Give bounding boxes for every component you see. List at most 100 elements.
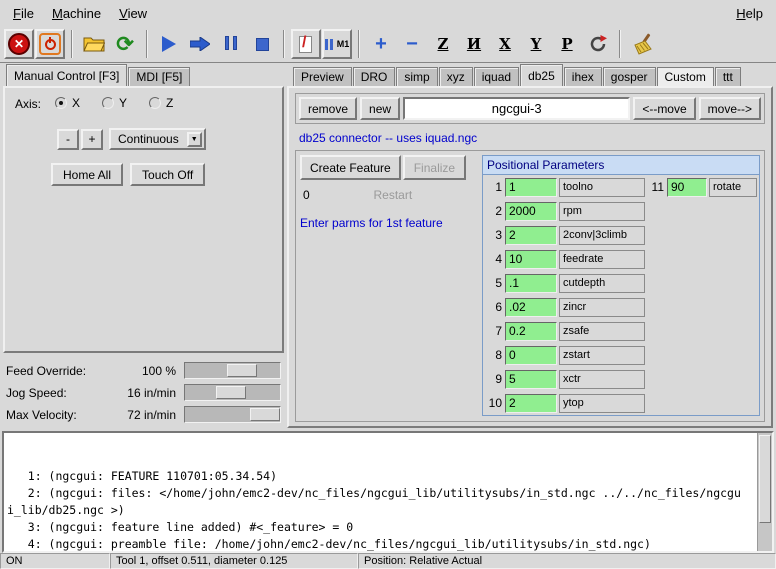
scrollbar-thumb[interactable]	[759, 435, 771, 523]
jog-plus-button[interactable]: +	[81, 129, 103, 150]
max-velocity-slider[interactable]	[184, 406, 281, 423]
axis-radio-y[interactable]: Y	[102, 96, 127, 110]
finalize-button[interactable]: Finalize	[403, 155, 466, 180]
tab-ttt[interactable]: ttt	[715, 67, 741, 86]
positional-parameters-table: Positional Parameters 1toolno11rotate2rp…	[482, 155, 760, 416]
param-row: 4feedrate	[483, 247, 759, 271]
slider-thumb[interactable]	[227, 364, 257, 377]
stop-program-button[interactable]	[247, 29, 277, 59]
zoom-in-button[interactable]: +	[366, 29, 396, 59]
param-value-input[interactable]	[505, 274, 557, 293]
open-file-button[interactable]	[79, 29, 109, 59]
tab-gosper[interactable]: gosper	[603, 67, 656, 86]
max-velocity-value: 72 in/min	[127, 408, 184, 422]
param-value-input[interactable]	[505, 178, 557, 197]
param-row: 1toolno11rotate	[483, 175, 759, 199]
tab-iquad[interactable]: iquad	[474, 67, 519, 86]
chevron-down-icon[interactable]: ▼	[187, 132, 202, 147]
axis-radio-z[interactable]: Z	[149, 96, 173, 110]
machine-power-button[interactable]	[35, 29, 65, 59]
jog-mode-select[interactable]: Continuous ▼	[109, 128, 206, 150]
pause-program-button[interactable]	[216, 29, 246, 59]
new-tab-button[interactable]: new	[360, 97, 400, 120]
view-z-rotated-button[interactable]: И	[459, 29, 489, 59]
clear-plot-icon	[631, 33, 653, 55]
estop-icon: ✕	[8, 33, 30, 55]
param-value-input[interactable]	[667, 178, 707, 197]
tab-manual-control-f3[interactable]: Manual Control [F3]	[6, 64, 127, 86]
vertical-scrollbar[interactable]	[757, 433, 772, 551]
step-line-button[interactable]	[185, 29, 215, 59]
param-value-input[interactable]	[505, 250, 557, 269]
param-number: 4	[485, 252, 505, 266]
skip-optional-blocks-button[interactable]: /	[291, 29, 321, 59]
menu-machine[interactable]: Machine	[43, 2, 110, 25]
tab-preview[interactable]: Preview	[293, 67, 352, 86]
zoom-out-button[interactable]: −	[397, 29, 427, 59]
param-label: rpm	[559, 202, 645, 221]
left-tab-bar: Manual Control [F3]MDI [F5]	[3, 64, 284, 86]
param-value-input[interactable]	[505, 202, 557, 221]
tab-simp[interactable]: simp	[396, 67, 437, 86]
move-right-button[interactable]: move-->	[699, 97, 761, 120]
optional-stop-button[interactable]: M1	[322, 29, 352, 59]
create-feature-button[interactable]: Create Feature	[300, 155, 401, 180]
feed-override-slider[interactable]	[184, 362, 281, 379]
menu-help[interactable]: Help	[727, 2, 772, 25]
db25-page: remove new <--move move--> db25 connecto…	[287, 86, 773, 428]
jog-speed-value: 16 in/min	[127, 386, 184, 400]
param-value-input[interactable]	[505, 226, 557, 245]
param-label: zincr	[559, 298, 645, 317]
param-label: zstart	[559, 346, 645, 365]
move-left-button[interactable]: <--move	[633, 97, 695, 120]
subroutine-description: db25 connector -- uses iquad.ngc	[299, 131, 765, 145]
menu-file[interactable]: File	[4, 2, 43, 25]
slider-thumb[interactable]	[250, 408, 280, 421]
block-delete-icon: /	[298, 35, 314, 54]
tab-mdi-f5[interactable]: MDI [F5]	[128, 67, 190, 86]
view-z-button[interactable]: Z	[428, 29, 458, 59]
param-value-input[interactable]	[505, 298, 557, 317]
remove-tab-button[interactable]: remove	[299, 97, 357, 120]
restart-button[interactable]: Restart	[310, 188, 476, 202]
gcode-listing: 1: (ngcgui: FEATURE 110701:05.34.54) 2: …	[7, 468, 754, 553]
param-row: 7zsafe	[483, 319, 759, 343]
home-all-button[interactable]: Home All	[51, 163, 123, 186]
param-number: 3	[485, 228, 505, 242]
param-number: 6	[485, 300, 505, 314]
param-row: 5cutdepth	[483, 271, 759, 295]
tab-custom[interactable]: Custom	[657, 67, 714, 86]
menubar: FileMachineView Help	[0, 0, 776, 26]
tab-name-input[interactable]	[403, 97, 630, 120]
view-x-button[interactable]: X	[490, 29, 520, 59]
view-y-button[interactable]: Y	[521, 29, 551, 59]
tab-dro[interactable]: DRO	[353, 67, 396, 86]
param-label: zsafe	[559, 322, 645, 341]
reload-file-button[interactable]: ⟳	[110, 29, 140, 59]
param-label: cutdepth	[559, 274, 645, 293]
param-value-input[interactable]	[505, 346, 557, 365]
gcode-line: i_lib/db25.ngc >)	[7, 502, 754, 519]
menu-view[interactable]: View	[110, 2, 156, 25]
param-value-input[interactable]	[505, 394, 557, 413]
pause-icon	[223, 36, 239, 53]
slider-thumb[interactable]	[216, 386, 246, 399]
gcode-output[interactable]: 1: (ngcgui: FEATURE 110701:05.34.54) 2: …	[2, 431, 774, 553]
tab-db25[interactable]: db25	[520, 64, 563, 86]
tab-xyz[interactable]: xyz	[439, 67, 473, 86]
clear-plot-button[interactable]	[627, 29, 657, 59]
estop-button[interactable]: ✕	[4, 29, 34, 59]
param-value-input[interactable]	[505, 370, 557, 389]
jog-minus-button[interactable]: -	[57, 129, 79, 150]
axis-radio-x[interactable]: X	[55, 96, 80, 110]
touch-off-button[interactable]: Touch Off	[130, 163, 205, 186]
tab-ihex[interactable]: ihex	[564, 67, 602, 86]
run-program-button[interactable]	[154, 29, 184, 59]
jog-speed-slider[interactable]	[184, 384, 281, 401]
param-value-input[interactable]	[505, 322, 557, 341]
params-header: Positional Parameters	[483, 156, 759, 175]
radio-indicator	[55, 97, 67, 109]
view-perspective-button[interactable]: P	[552, 29, 582, 59]
param-rows: 1toolno11rotate2rpm32conv|3climb4feedrat…	[483, 175, 759, 415]
rotate-view-button[interactable]	[583, 29, 613, 59]
